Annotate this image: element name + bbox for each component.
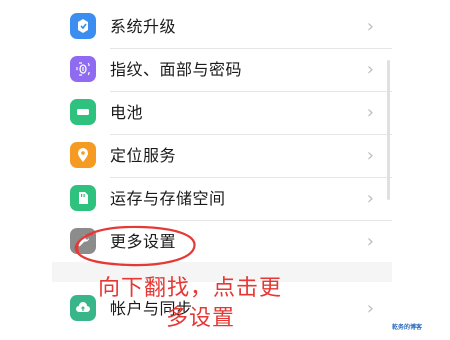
settings-item-storage[interactable]: 运存与存储空间 ›	[52, 177, 392, 220]
settings-item-label: 运存与存储空间	[110, 189, 226, 208]
system-update-icon	[70, 13, 96, 39]
annotation-line-1: 向下翻找，点击更	[98, 276, 283, 301]
chevron-right-icon: ›	[366, 59, 374, 80]
chevron-right-icon: ›	[366, 188, 374, 209]
chevron-right-icon: ›	[366, 231, 374, 252]
settings-item-label: 指纹、面部与密码	[110, 60, 243, 79]
settings-item-battery[interactable]: 电池 ›	[52, 91, 392, 134]
location-icon	[70, 142, 96, 168]
fingerprint-face-icon	[70, 56, 96, 82]
chevron-right-icon: ›	[366, 102, 374, 123]
settings-item-fingerprint-face-password[interactable]: 指纹、面部与密码 ›	[52, 48, 392, 91]
settings-item-location[interactable]: 定位服务 ›	[52, 134, 392, 177]
chevron-right-icon: ›	[366, 298, 374, 319]
storage-icon	[70, 185, 96, 211]
settings-item-label: 电池	[110, 103, 144, 122]
settings-item-label: 系统升级	[110, 17, 177, 36]
highlight-circle	[74, 225, 196, 267]
watermark: 乾务的博客	[392, 324, 423, 331]
settings-item-system-update[interactable]: 系统升级 ›	[52, 5, 392, 48]
scrollbar[interactable]	[387, 60, 390, 200]
annotation-line-2: 多设置	[166, 306, 236, 331]
chevron-right-icon: ›	[366, 16, 374, 37]
cloud-sync-icon	[70, 295, 96, 321]
chevron-right-icon: ›	[366, 145, 374, 166]
settings-item-label: 定位服务	[110, 146, 177, 165]
instruction-annotation: 向下翻找，点击更 多设置	[98, 274, 328, 334]
battery-icon	[70, 99, 96, 125]
